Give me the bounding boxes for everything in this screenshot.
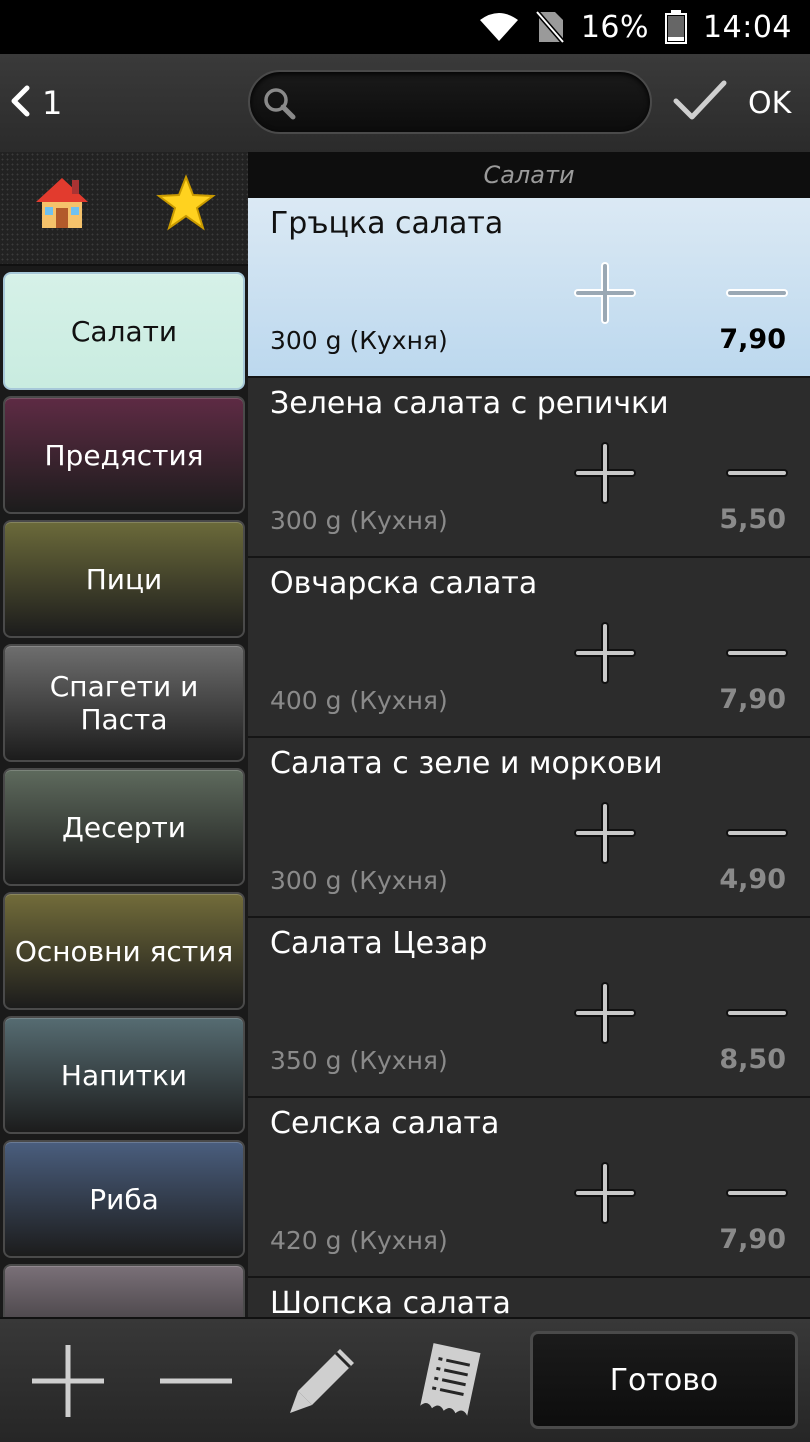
bottom-toolbar: Готово bbox=[0, 1317, 810, 1442]
item-price: 7,90 bbox=[719, 324, 786, 355]
minus-icon[interactable] bbox=[726, 262, 788, 324]
status-bar: 16% 14:04 bbox=[0, 0, 810, 54]
ok-label: OK bbox=[748, 85, 792, 121]
quick-access-row bbox=[0, 152, 248, 266]
minus-icon[interactable] bbox=[726, 1162, 788, 1224]
category-button[interactable]: Спагети и Паста bbox=[3, 644, 245, 762]
done-button[interactable]: Готово bbox=[530, 1331, 798, 1429]
checkmark-icon bbox=[672, 79, 728, 127]
item-name: Салата с зеле и моркови bbox=[270, 746, 663, 781]
minus-icon[interactable] bbox=[156, 1341, 236, 1421]
minus-icon[interactable] bbox=[726, 802, 788, 864]
minus-icon[interactable] bbox=[726, 442, 788, 504]
menu-item-row[interactable]: Селска салата 420 g (Кухня) 7,90 bbox=[248, 1098, 810, 1278]
category-panel: Салати Предястия Пици Спагети и Паста Десерт… bbox=[0, 152, 248, 1317]
minus-icon[interactable] bbox=[726, 622, 788, 684]
category-button[interactable] bbox=[3, 1264, 245, 1317]
wifi-icon bbox=[479, 12, 519, 42]
plus-icon[interactable] bbox=[574, 1162, 636, 1224]
item-price: 8,50 bbox=[719, 1044, 786, 1075]
battery-percent: 16% bbox=[580, 9, 650, 45]
item-name: Шопска салата bbox=[270, 1286, 511, 1317]
menu-item-row[interactable]: Шопска салата bbox=[248, 1278, 810, 1317]
plus-icon[interactable] bbox=[574, 442, 636, 504]
menu-item-row[interactable]: Салата Цезар 350 g (Кухня) 8,50 bbox=[248, 918, 810, 1098]
item-weight: 300 g (Кухня) bbox=[270, 866, 448, 895]
item-price: 7,90 bbox=[719, 1224, 786, 1255]
star-icon[interactable] bbox=[156, 174, 216, 242]
search-box[interactable] bbox=[248, 70, 652, 134]
menu-item-row[interactable]: Салата с зеле и моркови 300 g (Кухня) 4,90 bbox=[248, 738, 810, 918]
plus-icon[interactable] bbox=[574, 802, 636, 864]
search-icon bbox=[264, 88, 296, 120]
clock: 14:04 bbox=[703, 9, 792, 45]
back-button[interactable]: 1 bbox=[8, 76, 62, 130]
item-name: Салата Цезар bbox=[270, 926, 488, 961]
item-weight: 350 g (Кухня) bbox=[270, 1046, 448, 1075]
category-button[interactable]: Напитки bbox=[3, 1016, 245, 1134]
house-icon[interactable] bbox=[32, 174, 92, 242]
menu-item-row[interactable]: Зелена салата с репички 300 g (Кухня) 5,50 bbox=[248, 378, 810, 558]
menu-item-row[interactable]: Овчарска салата 400 g (Кухня) 7,90 bbox=[248, 558, 810, 738]
item-price: 5,50 bbox=[719, 504, 786, 535]
top-bar: 1 OK bbox=[0, 54, 810, 154]
category-button[interactable]: Основни ястия bbox=[3, 892, 245, 1010]
minus-icon[interactable] bbox=[726, 982, 788, 1044]
ok-button[interactable]: OK bbox=[672, 76, 791, 130]
chevron-left-icon bbox=[8, 84, 32, 122]
plus-icon[interactable] bbox=[28, 1341, 108, 1421]
battery-icon bbox=[665, 10, 688, 44]
item-name: Зелена салата с репички bbox=[270, 386, 669, 421]
category-list: Салати Предястия Пици Спагети и Паста Десерт… bbox=[0, 272, 248, 1317]
back-count: 1 bbox=[42, 84, 63, 122]
item-weight: 300 g (Кухня) bbox=[270, 506, 448, 535]
item-price: 7,90 bbox=[719, 684, 786, 715]
category-button[interactable]: Предястия bbox=[3, 396, 245, 514]
category-button[interactable]: Пици bbox=[3, 520, 245, 638]
plus-icon[interactable] bbox=[574, 982, 636, 1044]
pencil-icon[interactable] bbox=[284, 1341, 364, 1421]
section-header: Салати bbox=[248, 152, 810, 198]
item-price: 4,90 bbox=[719, 864, 786, 895]
category-button[interactable]: Салати bbox=[3, 272, 245, 390]
item-name: Селска салата bbox=[270, 1106, 500, 1141]
category-button[interactable]: Риба bbox=[3, 1140, 245, 1258]
category-button[interactable]: Десерти bbox=[3, 768, 245, 886]
menu-items-panel: Салати Гръцка салата 300 g (Кухня) 7,90 Зел… bbox=[248, 152, 810, 1317]
item-weight: 300 g (Кухня) bbox=[270, 326, 448, 355]
no-sim-icon bbox=[534, 10, 565, 44]
item-name: Гръцка салата bbox=[270, 206, 504, 241]
receipt-icon[interactable] bbox=[408, 1341, 488, 1421]
item-name: Овчарска салата bbox=[270, 566, 538, 601]
plus-icon[interactable] bbox=[574, 262, 636, 324]
item-list: Гръцка салата 300 g (Кухня) 7,90 Зелена сал… bbox=[248, 198, 810, 1317]
item-weight: 420 g (Кухня) bbox=[270, 1226, 448, 1255]
search-input[interactable] bbox=[306, 80, 640, 126]
plus-icon[interactable] bbox=[574, 622, 636, 684]
menu-item-row[interactable]: Гръцка салата 300 g (Кухня) 7,90 bbox=[248, 198, 810, 378]
item-weight: 400 g (Кухня) bbox=[270, 686, 448, 715]
